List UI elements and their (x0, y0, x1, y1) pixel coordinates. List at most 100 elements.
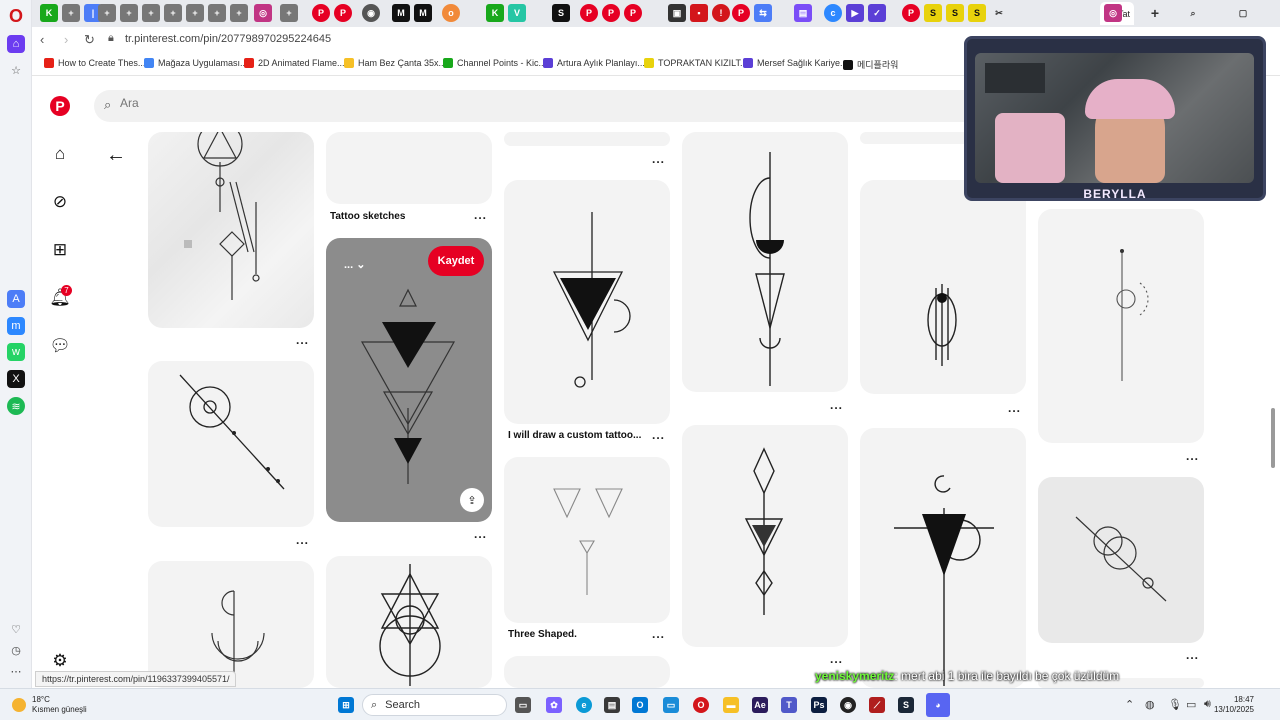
task-view-icon[interactable]: ▭ (515, 697, 531, 713)
game-icon[interactable]: ⟋ (869, 697, 885, 713)
volume-icon[interactable]: 🔊︎ (1204, 698, 1211, 711)
pin-card[interactable] (148, 561, 314, 688)
tab-generic-icon[interactable]: + (62, 4, 80, 22)
tab-generic-icon[interactable]: S (552, 4, 570, 22)
copilot-icon[interactable]: ✿ (546, 697, 562, 713)
tab-generic-icon[interactable]: S (924, 4, 942, 22)
more-icon[interactable]: ⋯ (7, 662, 25, 680)
pin-card[interactable] (682, 425, 848, 647)
history-icon[interactable]: ◷ (7, 641, 25, 659)
pin-more-button[interactable]: ... (474, 208, 487, 222)
pin-more-button[interactable]: ... (1186, 648, 1199, 662)
tab-pinterest-icon[interactable]: P (312, 4, 330, 22)
tab-generic-icon[interactable]: c (824, 4, 842, 22)
tab-pinterest-icon[interactable]: P (334, 4, 352, 22)
monitor-icon[interactable]: ▭ (663, 697, 679, 713)
pin-more-button[interactable]: ... (1186, 449, 1199, 463)
tab-generic-icon[interactable]: ▪ (690, 4, 708, 22)
home-icon[interactable]: ⌂ (7, 35, 25, 53)
tab-pinterest-icon[interactable]: P (732, 4, 750, 22)
tab-generic-icon[interactable]: ⇆ (754, 4, 772, 22)
bookmark-item[interactable]: Mağaza Uygulaması... (144, 58, 248, 68)
spotify-icon[interactable]: ≋ (7, 397, 25, 415)
pin-title[interactable]: Three Shaped. (508, 629, 577, 640)
bookmark-item[interactable]: 2D Animated Flame... (244, 58, 345, 68)
tab-generic-icon[interactable]: ▶ (846, 4, 864, 22)
file-explorer-icon[interactable]: ▬ (723, 697, 739, 713)
tab-generic-icon[interactable]: M (392, 4, 410, 22)
bookmark-item[interactable]: Artura Aylık Planlayı... (543, 58, 645, 68)
tab-kick-icon[interactable]: K (486, 4, 504, 22)
new-tab-button[interactable]: + (1146, 4, 1164, 22)
tab-generic-icon[interactable]: S (968, 4, 986, 22)
star-icon[interactable]: ☆ (7, 61, 25, 79)
pin-more-button[interactable]: ... (830, 652, 843, 666)
tab-kick-icon[interactable]: K (40, 4, 58, 22)
tab-pinterest-icon[interactable]: P (902, 4, 920, 22)
after-effects-icon[interactable]: Ae (752, 697, 768, 713)
tab-instagram-icon[interactable]: ◎ (254, 4, 272, 22)
back-arrow-icon[interactable]: ← (106, 144, 126, 167)
tab-search-icon[interactable]: ⌕ (1184, 4, 1202, 22)
pin-card[interactable] (682, 132, 848, 392)
create-icon[interactable]: ⊞ (50, 240, 70, 260)
store-icon[interactable]: ▤ (604, 697, 620, 713)
tab-generic-icon[interactable]: ! (712, 4, 730, 22)
maximize-icon[interactable]: ▢ (1234, 4, 1252, 22)
app-store-icon[interactable]: A (7, 290, 25, 308)
x-twitter-icon[interactable]: X (7, 370, 25, 388)
search-bar[interactable]: ⌕ (94, 90, 1014, 122)
tab-generic-icon[interactable]: + (280, 4, 298, 22)
tab-generic-icon[interactable]: + (142, 4, 160, 22)
pin-card[interactable] (148, 361, 314, 527)
tab-generic-icon[interactable]: ▤ (794, 4, 812, 22)
pin-card[interactable] (504, 656, 670, 688)
pin-title[interactable]: Tattoo sketches (330, 211, 405, 222)
pin-card[interactable] (1038, 477, 1204, 643)
tab-pinterest-icon[interactable]: P (624, 4, 642, 22)
tab-scissors-icon[interactable]: ✂ (990, 4, 1008, 22)
tab-generic-icon[interactable]: + (164, 4, 182, 22)
pin-more-button[interactable]: ... (652, 627, 665, 641)
back-nav-icon[interactable]: ‹ (40, 32, 44, 47)
tab-generic-icon[interactable]: V (508, 4, 526, 22)
bookmark-item[interactable]: Channel Points - Kic... (443, 58, 546, 68)
pin-card[interactable] (504, 180, 670, 424)
tab-generic-icon[interactable]: M (414, 4, 432, 22)
pin-more-button[interactable]: ... (1008, 401, 1021, 415)
tray-app-icon[interactable]: ◍ (1145, 698, 1155, 711)
pin-more-button[interactable]: ... (474, 527, 487, 541)
pin-card[interactable] (326, 556, 492, 688)
tab-generic-icon[interactable]: + (208, 4, 226, 22)
discord-icon[interactable]: ◕ (926, 693, 950, 717)
pin-card[interactable] (1038, 209, 1204, 443)
explore-icon[interactable]: ⊘ (50, 192, 70, 212)
whatsapp-icon[interactable]: w (7, 343, 25, 361)
search-input[interactable] (120, 96, 720, 110)
tab-generic-icon[interactable]: ◉ (362, 4, 380, 22)
pin-card[interactable] (860, 428, 1026, 688)
home-icon[interactable]: ⌂ (50, 144, 70, 164)
tray-chevron-icon[interactable]: ⌃ (1125, 698, 1134, 711)
bookmark-item[interactable]: 메디플라워 (843, 58, 898, 71)
tab-generic-icon[interactable]: ✓ (868, 4, 886, 22)
edge-icon[interactable]: e (576, 697, 592, 713)
pin-more-button[interactable]: ... (296, 533, 309, 547)
pin-card-hovered[interactable]: ... ⌄ Kaydet ⇪ (326, 238, 492, 522)
windows-start-icon[interactable]: ⊞ (338, 697, 354, 713)
tab-generic-icon[interactable]: + (186, 4, 204, 22)
teams-icon[interactable]: T (781, 697, 797, 713)
opera-taskbar-icon[interactable]: O (693, 697, 709, 713)
bookmark-item[interactable]: Mersef Sağlık Kariye... (743, 58, 848, 68)
pin-more-button[interactable]: ... (652, 152, 665, 166)
lock-icon[interactable]: 🔒︎ (108, 32, 114, 45)
steam-icon[interactable]: S (898, 697, 914, 713)
taskbar-clock[interactable]: 18:47 13/10/2025 (1214, 695, 1254, 715)
taskbar-search[interactable]: ⌕ Search (362, 694, 507, 716)
reload-icon[interactable]: ↻ (84, 32, 95, 48)
pin-more-button[interactable]: ... (296, 333, 309, 347)
settings-icon[interactable]: ⚙ (50, 651, 70, 671)
bookmark-item[interactable]: TOPRAKTAN KIZILT... (644, 58, 748, 68)
pin-card[interactable] (504, 457, 670, 623)
scrollbar-thumb[interactable] (1271, 408, 1275, 468)
